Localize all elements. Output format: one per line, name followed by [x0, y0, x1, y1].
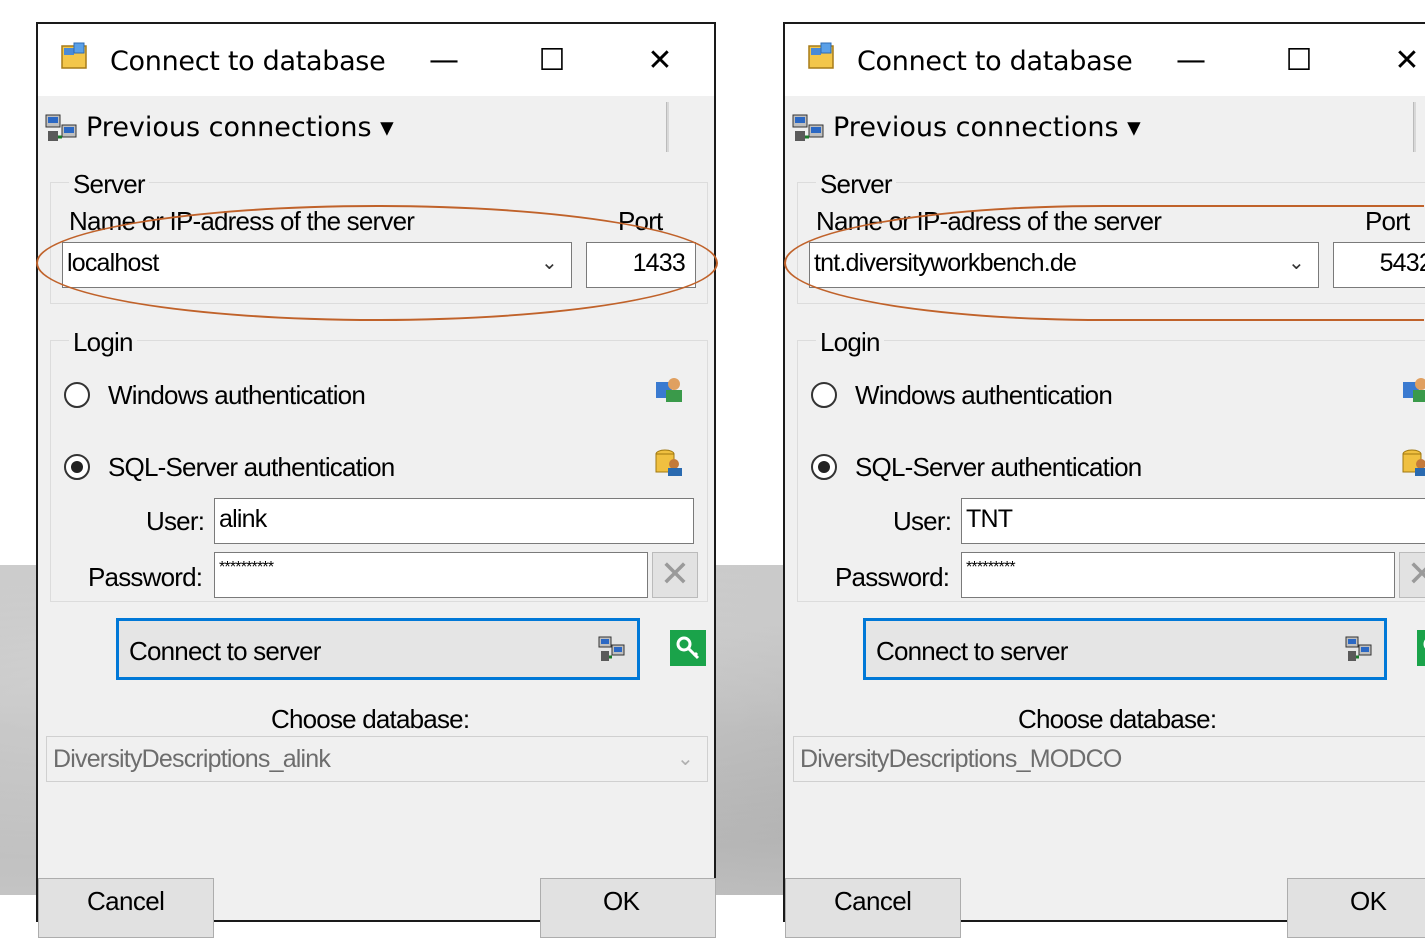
password-label: Password:: [88, 562, 203, 592]
connect-button-label: Connect to server: [876, 636, 1068, 666]
sql-auth-label: SQL-Server authentication: [855, 452, 1142, 482]
database-value: DiversityDescriptions_alink: [53, 745, 331, 773]
clear-password-button[interactable]: ✕: [652, 552, 698, 598]
server-network-icon: [1345, 636, 1372, 661]
windows-user-icon: [1403, 378, 1425, 402]
minimize-button[interactable]: —: [1161, 38, 1221, 84]
clear-password-button[interactable]: ✕: [1399, 552, 1425, 598]
database-user-icon: [655, 449, 682, 476]
previous-connections-menu[interactable]: Previous connections ▾: [791, 112, 1141, 145]
windows-user-icon: [656, 378, 682, 402]
key-icon[interactable]: [670, 630, 706, 666]
user-value: alink: [219, 505, 267, 533]
close-button[interactable]: ✕: [630, 38, 690, 84]
windows-auth-label: Windows authentication: [855, 380, 1113, 410]
chevron-down-icon[interactable]: ⌄: [677, 737, 694, 781]
highlight-ellipse-right: [784, 205, 1424, 321]
windows-auth-radio[interactable]: [811, 382, 837, 408]
login-group-label: Login: [816, 327, 884, 358]
previous-connections-label: Previous connections ▾: [833, 112, 1141, 143]
ok-button[interactable]: OK: [540, 878, 716, 938]
previous-connections-menu[interactable]: Previous connections ▾: [44, 112, 394, 145]
database-select[interactable]: DiversityDescriptions_alink ⌄: [46, 736, 708, 782]
password-input[interactable]: **********: [214, 552, 648, 598]
connect-dialog-left: Connect to database — ☐ ✕ Previous conne…: [36, 22, 716, 938]
ok-button[interactable]: OK: [1287, 878, 1425, 938]
highlight-ellipse-left: [36, 205, 718, 321]
password-input[interactable]: *********: [961, 552, 1395, 598]
cancel-button[interactable]: Cancel: [38, 878, 214, 938]
dialog-title: Connect to database: [857, 46, 1133, 77]
password-value: *********: [966, 559, 1016, 576]
key-icon[interactable]: [1417, 630, 1425, 666]
sql-auth-label: SQL-Server authentication: [108, 452, 395, 482]
server-group-label: Server: [816, 169, 896, 200]
server-network-icon: [45, 114, 77, 141]
toolbar-separator: [1413, 102, 1416, 152]
sql-auth-radio[interactable]: [64, 454, 90, 480]
windows-auth-radio[interactable]: [64, 382, 90, 408]
user-value: TNT: [966, 505, 1013, 533]
database-select[interactable]: DiversityDescriptions_MODCO ⌄: [793, 736, 1425, 782]
connect-to-server-button[interactable]: Connect to server: [863, 618, 1387, 680]
maximize-button[interactable]: ☐: [1269, 38, 1329, 84]
server-network-icon: [598, 636, 625, 661]
user-input[interactable]: TNT: [961, 498, 1425, 544]
user-label: User:: [146, 506, 205, 536]
sql-auth-radio[interactable]: [811, 454, 837, 480]
windows-auth-label: Windows authentication: [108, 380, 366, 410]
connect-to-server-button[interactable]: Connect to server: [116, 618, 640, 680]
title-bar: Connect to database — ☐ ✕: [38, 24, 714, 96]
maximize-button[interactable]: ☐: [522, 38, 582, 84]
database-user-icon: [1402, 449, 1425, 476]
app-window-icon: [61, 42, 87, 69]
login-group-label: Login: [69, 327, 137, 358]
previous-connections-label: Previous connections ▾: [86, 112, 394, 143]
close-button[interactable]: ✕: [1377, 38, 1425, 84]
connect-dialog-right: Connect to database — ☐ ✕ Previous conne…: [783, 22, 1425, 938]
cancel-button[interactable]: Cancel: [785, 878, 961, 938]
dialog-title: Connect to database: [110, 46, 386, 77]
user-label: User:: [893, 506, 952, 536]
password-label: Password:: [835, 562, 950, 592]
toolbar-separator: [666, 102, 669, 152]
database-value: DiversityDescriptions_MODCO: [800, 745, 1122, 773]
password-value: **********: [219, 559, 274, 576]
server-network-icon: [792, 114, 824, 141]
user-input[interactable]: alink: [214, 498, 694, 544]
connect-button-label: Connect to server: [129, 636, 321, 666]
app-window-icon: [808, 42, 834, 69]
server-group-label: Server: [69, 169, 149, 200]
title-bar: Connect to database — ☐ ✕: [785, 24, 1425, 96]
choose-database-label: Choose database:: [1018, 704, 1217, 734]
minimize-button[interactable]: —: [414, 38, 474, 84]
choose-database-label: Choose database:: [271, 704, 470, 734]
